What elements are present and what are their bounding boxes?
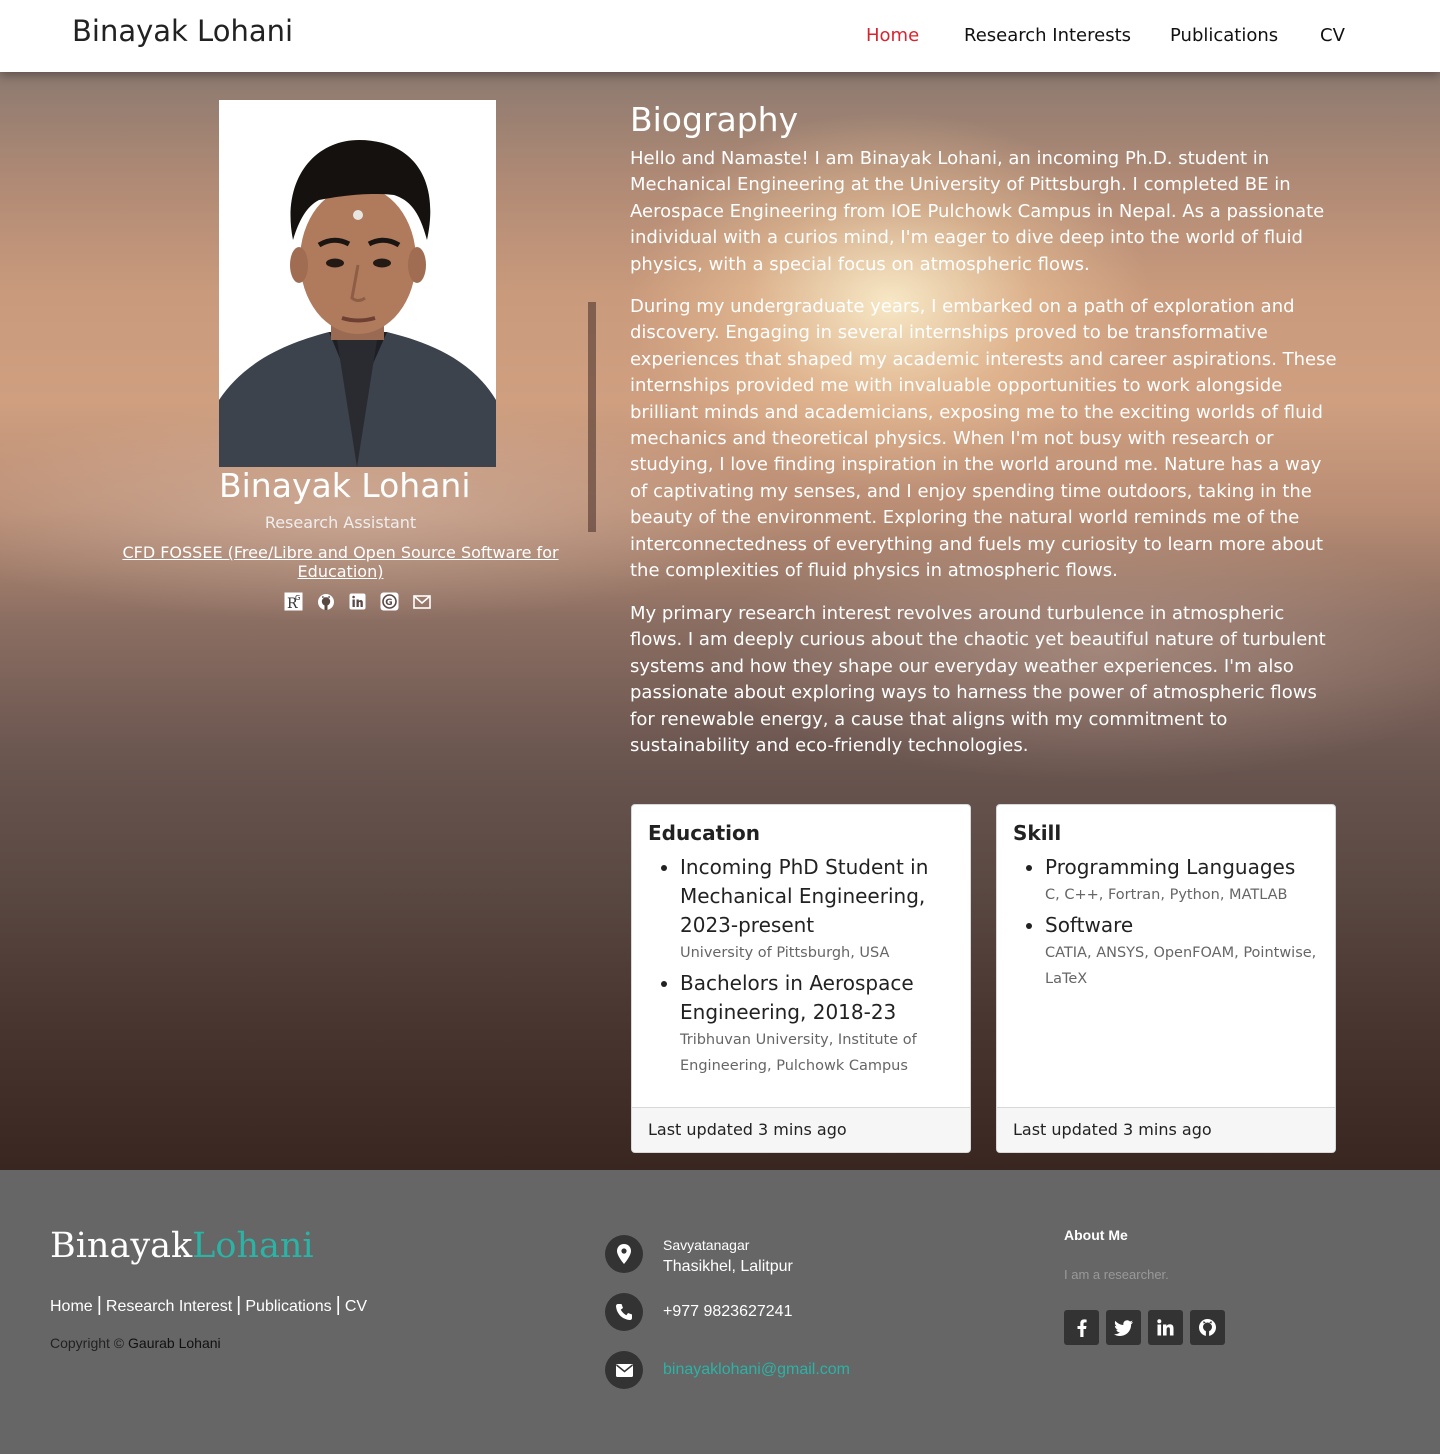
- nav-research-interests[interactable]: Research Interests: [964, 25, 1131, 46]
- map-marker-icon: [605, 1235, 643, 1273]
- site-footer: BinayakLohani Home | Research Interest | Pub…: [0, 1170, 1440, 1454]
- footer-address-line2: Thasikhel, Lalitpur: [663, 1258, 793, 1275]
- nav-publications[interactable]: Publications: [1170, 25, 1278, 46]
- researchgate-icon[interactable]: RG: [284, 592, 303, 611]
- education-card-footer: Last updated 3 mins ago: [632, 1107, 970, 1152]
- profile-photo: [219, 100, 496, 467]
- phone-icon: [605, 1293, 643, 1331]
- footer-separator: |: [236, 1294, 242, 1316]
- footer-brand: BinayakLohani: [50, 1226, 314, 1266]
- nav-cv[interactable]: CV: [1320, 25, 1345, 46]
- footer-address-line1: Savyatanagar: [663, 1237, 750, 1253]
- education-title: Education: [648, 821, 760, 845]
- skill-title: Skill: [1013, 821, 1062, 845]
- profile-name: Binayak Lohani: [219, 466, 471, 505]
- profile-organization-link[interactable]: CFD FOSSEE (Free/Libre and Open Source S…: [122, 543, 559, 581]
- footer-social-links: [1064, 1310, 1225, 1345]
- skill-item-detail: CATIA, ANSYS, OpenFOAM, Pointwise, LaTeX: [1045, 944, 1317, 988]
- biography-paragraph: Hello and Namaste! I am Binayak Lohani, …: [630, 148, 1325, 275]
- skill-item-detail: C, C++, Fortran, Python, MATLAB: [1045, 887, 1288, 903]
- email-icon[interactable]: [412, 592, 431, 611]
- site-brand[interactable]: Binayak Lohani: [72, 14, 293, 48]
- skill-item-heading: Programming Languages: [1045, 855, 1296, 879]
- footer-link-research-interest[interactable]: Research Interest: [106, 1298, 232, 1315]
- linkedin-icon[interactable]: [348, 592, 367, 611]
- navbar: Binayak Lohani Home Research Interests P…: [0, 0, 1440, 72]
- skill-item-heading: Software: [1045, 912, 1134, 937]
- biography-title: Biography: [630, 100, 799, 139]
- biography-paragraph: My primary research interest revolves ar…: [630, 603, 1326, 757]
- biography-paragraph: During my undergraduate years, I embarke…: [630, 296, 1337, 582]
- background-tower: [588, 302, 596, 532]
- facebook-icon[interactable]: [1064, 1310, 1099, 1345]
- footer-separator: |: [335, 1294, 341, 1316]
- envelope-icon: [605, 1351, 643, 1389]
- footer-email-link[interactable]: binayaklohani@gmail.com: [663, 1361, 850, 1379]
- github-icon[interactable]: [1190, 1310, 1225, 1345]
- github-icon[interactable]: [316, 592, 335, 611]
- education-item-heading: Incoming PhD Student in Mechanical Engin…: [680, 855, 929, 937]
- footer-link-publications[interactable]: Publications: [245, 1298, 331, 1315]
- education-item: Incoming PhD Student in Mechanical Engin…: [680, 853, 956, 967]
- skill-card: Skill Programming Languages C, C++, Fort…: [996, 804, 1336, 1153]
- education-item-heading: Bachelors in Aerospace Engineering, 2018…: [680, 970, 914, 1024]
- svg-text:G: G: [385, 598, 392, 608]
- skill-card-footer: Last updated 3 mins ago: [997, 1107, 1335, 1152]
- linkedin-icon[interactable]: [1148, 1310, 1183, 1345]
- skill-list: Programming Languages C, C++, Fortran, P…: [1013, 853, 1321, 995]
- copyright-prefix: Copyright ©: [50, 1335, 125, 1351]
- about-text: I am a researcher.: [1064, 1267, 1169, 1282]
- footer-separator: |: [96, 1294, 102, 1316]
- skill-item: Programming Languages C, C++, Fortran, P…: [1045, 853, 1321, 909]
- footer-brand-first: Binayak: [50, 1226, 193, 1266]
- google-scholar-icon[interactable]: G: [380, 592, 399, 611]
- footer-copyright: Copyright © Gaurab Lohani: [50, 1335, 221, 1351]
- education-item: Bachelors in Aerospace Engineering, 2018…: [680, 969, 956, 1080]
- education-item-institution: University of Pittsburgh, USA: [680, 945, 890, 961]
- footer-brand-second: Lohani: [192, 1226, 314, 1266]
- about-title: About Me: [1064, 1227, 1128, 1243]
- education-list: Incoming PhD Student in Mechanical Engin…: [648, 853, 956, 1082]
- footer-link-home[interactable]: Home: [50, 1298, 93, 1315]
- skill-item: Software CATIA, ANSYS, OpenFOAM, Pointwi…: [1045, 911, 1321, 993]
- education-item-institution: Tribhuvan University, Institute of Engin…: [680, 1031, 917, 1075]
- svg-text:G: G: [295, 594, 300, 602]
- profile-social-links: RG G: [284, 592, 431, 611]
- education-card: Education Incoming PhD Student in Mechan…: [631, 804, 971, 1153]
- footer-phone: +977 9823627241: [663, 1303, 793, 1320]
- footer-link-cv[interactable]: CV: [345, 1298, 367, 1315]
- copyright-owner: Gaurab Lohani: [128, 1335, 221, 1351]
- footer-nav: Home | Research Interest | Publications | CV: [50, 1294, 367, 1317]
- hero-section: Binayak Lohani Research Assistant CFD FO…: [0, 72, 1440, 1170]
- nav-home[interactable]: Home: [866, 25, 919, 46]
- twitter-icon[interactable]: [1106, 1310, 1141, 1345]
- profile-role: Research Assistant: [264, 513, 417, 532]
